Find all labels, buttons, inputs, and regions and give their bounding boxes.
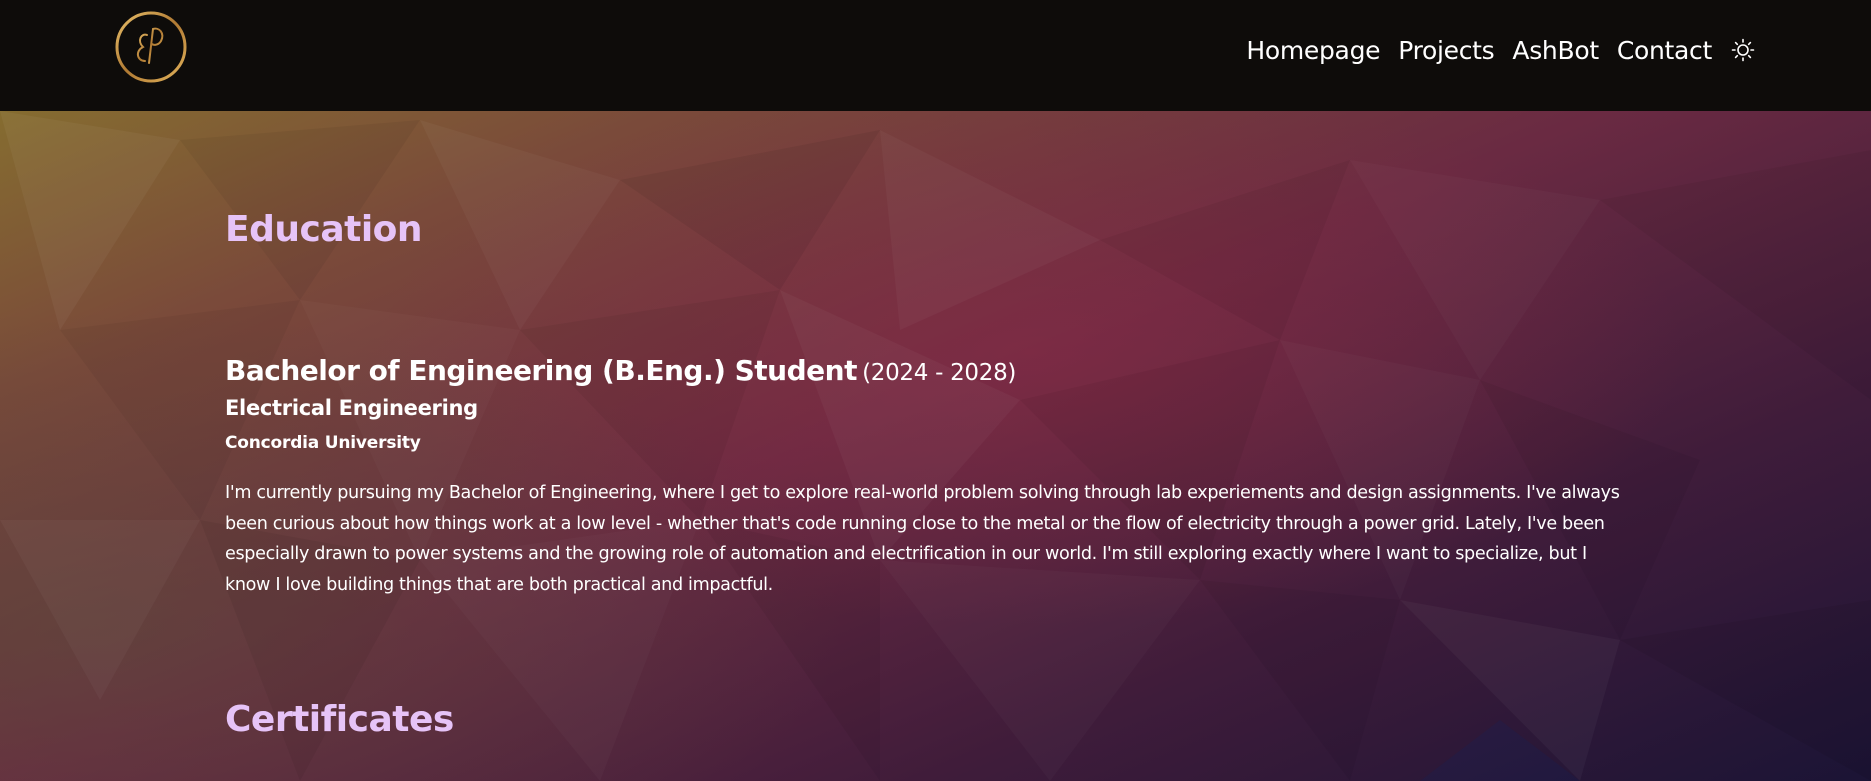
logo-emblem-icon xyxy=(115,11,187,83)
nav-homepage-link[interactable]: Homepage xyxy=(1246,36,1380,65)
page: Homepage Projects AshBot Contact Educati… xyxy=(0,0,1871,781)
nav-ashbot-link[interactable]: AshBot xyxy=(1512,36,1599,65)
school-name: Concordia University xyxy=(225,433,421,453)
nav-links: Homepage Projects AshBot Contact xyxy=(1228,30,1756,70)
lowpoly-background xyxy=(0,0,1871,781)
theme-toggle-button[interactable] xyxy=(1730,37,1756,63)
top-navbar: Homepage Projects AshBot Contact xyxy=(0,0,1871,111)
degree-title: Bachelor of Engineering (B.Eng.) Student xyxy=(225,354,857,387)
major-name: Electrical Engineering xyxy=(225,396,478,420)
education-heading: Education xyxy=(225,209,423,250)
education-description: I'm currently pursuing my Bachelor of En… xyxy=(225,483,1620,595)
degree-line: Bachelor of Engineering (B.Eng.) Student… xyxy=(225,354,1016,387)
degree-years: (2024 - 2028) xyxy=(862,360,1017,386)
site-logo[interactable] xyxy=(115,11,187,83)
sun-icon xyxy=(1731,38,1755,62)
certificates-heading: Certificates xyxy=(225,699,454,740)
nav-projects-link[interactable]: Projects xyxy=(1398,36,1494,65)
nav-contact-link[interactable]: Contact xyxy=(1617,36,1712,65)
